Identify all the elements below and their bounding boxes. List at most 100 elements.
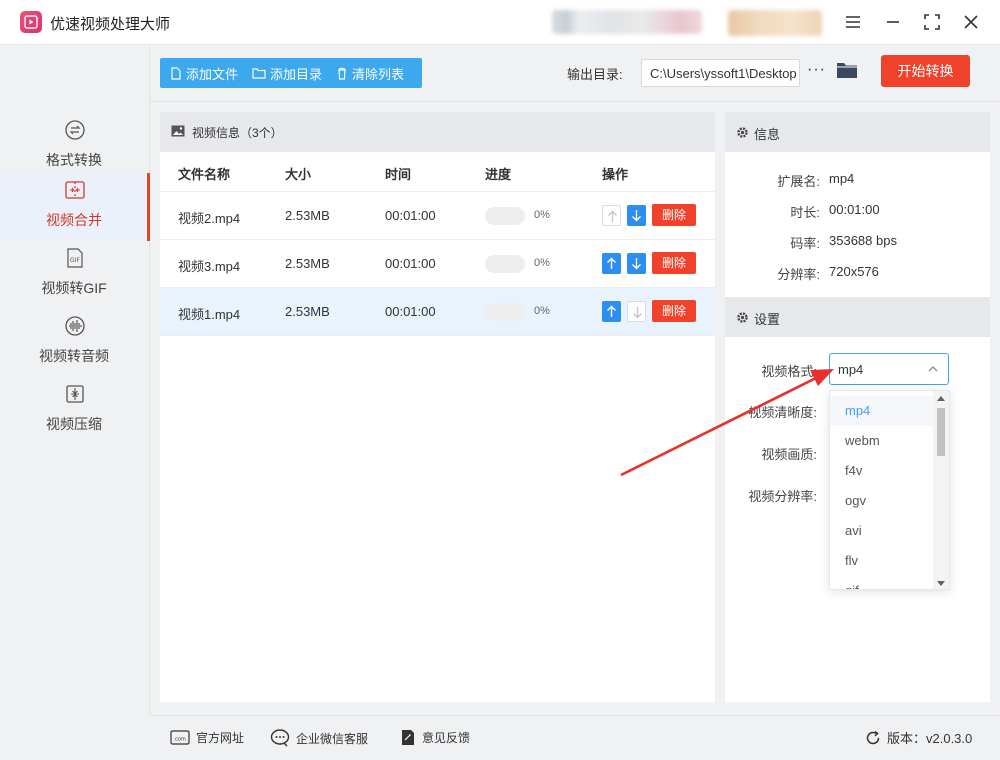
chevron-up-icon [928,366,938,372]
dropdown-option-avi[interactable]: avi [830,516,934,546]
sidebar: 格式转换 视频合并 GIF 视频转GIF 视频转音频 视频压缩 [0,45,150,715]
file-list-header: 视频信息（3个） [160,112,715,152]
add-file-label: 添加文件 [186,66,239,82]
sidebar-item-format-convert[interactable]: 格式转换 [0,113,150,181]
delete-button[interactable]: 删除 [652,204,696,226]
dropdown-option-flv[interactable]: flv [830,546,934,576]
version-info[interactable]: 版本：v2.0.3.0 [865,728,972,747]
arrow-down-icon [632,258,641,270]
progress-bar [485,255,525,273]
wechat-service-link[interactable]: 企业微信客服 [270,729,368,747]
delete-button[interactable]: 删除 [652,252,696,274]
more-options-button[interactable]: ··· [807,61,826,79]
progress-bar [485,303,525,321]
sidebar-item-video-compress[interactable]: 视频压缩 [0,377,150,445]
maximize-icon[interactable] [920,10,944,34]
chat-icon [270,729,290,747]
settings-title: 设置 [754,312,781,327]
scroll-up-icon[interactable] [937,396,945,401]
move-up-button[interactable] [602,301,621,322]
audio-icon [64,315,86,337]
move-up-button[interactable] [602,205,621,226]
file-duration: 00:01:00 [385,304,436,319]
official-website-link[interactable]: .com 官方网址 [170,729,244,746]
open-folder-icon[interactable] [836,61,858,82]
table-row[interactable]: 视频2.mp4 2.53MB 00:01:00 0% 删除 [160,192,715,240]
column-header-size: 大小 [285,167,312,182]
file-name: 视频2.mp4 [178,211,241,226]
table-row[interactable]: 视频3.mp4 2.53MB 00:01:00 0% 删除 [160,240,715,288]
footer-bar: .com 官方网址 企业微信客服 意见反馈 版本：v2.0.3.0 [150,715,1000,760]
move-down-button[interactable] [627,301,646,322]
blurred-user-info [552,10,702,34]
blurred-account-badge [728,10,822,36]
extension-label: 扩展名: [777,174,820,189]
resolution-label: 分辨率: [777,267,820,282]
dropdown-option-f4v[interactable]: f4v [830,456,934,486]
video-clarity-label: 视频清晰度: [748,405,817,420]
feedback-label: 意见反馈 [422,731,471,745]
clear-list-label: 清除列表 [352,66,405,82]
video-quality-label: 视频画质: [761,447,817,462]
table-row[interactable]: 视频1.mp4 2.53MB 00:01:00 0% 删除 [160,288,715,336]
duration-value: 00:01:00 [829,202,880,217]
feedback-icon [402,730,414,745]
sidebar-item-video-merge[interactable]: 视频合并 [0,173,150,241]
start-convert-button[interactable]: 开始转换 [881,55,970,87]
convert-icon [64,119,86,141]
column-header-time: 时间 [385,167,412,182]
svg-text:GIF: GIF [70,257,80,264]
bitrate-value: 353688 bps [829,233,897,248]
video-format-value: mp4 [838,362,864,377]
scrollbar-thumb[interactable] [937,408,945,456]
svg-text:.com: .com [174,736,186,742]
dropdown-option-gif[interactable]: gif [830,576,934,589]
format-dropdown-list: mp4 webm f4v ogv avi flv gif [829,390,950,590]
website-icon: .com [170,729,190,745]
dropdown-option-mp4[interactable]: mp4 [830,396,934,426]
info-title: 信息 [754,127,781,142]
move-down-button[interactable] [627,205,646,226]
output-directory-label: 输出目录: [567,67,623,82]
video-resolution-label: 视频分辨率: [748,489,817,504]
arrow-down-icon [632,210,641,222]
file-name: 视频3.mp4 [178,259,241,274]
file-icon [171,66,181,80]
sidebar-item-label: 视频转音频 [39,348,109,364]
toolbar: 添加文件 添加目录 清除列表 输出目录: C:\Users\yssoft1\De… [150,45,1000,102]
video-format-select[interactable]: mp4 [829,353,949,385]
add-directory-button[interactable]: 添加目录 [252,64,322,83]
arrow-up-icon [608,210,617,222]
image-icon [171,125,185,137]
title-bar: 优速视频处理大师 [0,0,1000,45]
scroll-down-icon[interactable] [937,581,945,586]
sidebar-item-video-to-gif[interactable]: GIF 视频转GIF [0,241,150,309]
move-down-button[interactable] [627,253,646,274]
close-icon[interactable] [959,10,983,34]
progress-bar [485,207,525,225]
app-title: 优速视频处理大师 [50,16,171,33]
feedback-link[interactable]: 意见反馈 [400,729,470,746]
refresh-icon [866,730,880,744]
dropdown-option-ogv[interactable]: ogv [830,486,934,516]
move-up-button[interactable] [602,253,621,274]
delete-button[interactable]: 删除 [652,300,696,322]
minimize-icon[interactable] [881,10,905,34]
clear-list-button[interactable]: 清除列表 [336,64,404,83]
menu-icon[interactable] [841,10,865,34]
dropdown-option-webm[interactable]: webm [830,426,934,456]
sidebar-item-label: 视频压缩 [46,416,102,432]
output-directory-field[interactable]: C:\Users\yssoft1\Desktop [641,59,800,87]
dropdown-scrollbar[interactable] [933,391,949,589]
arrow-down-icon [633,307,642,319]
arrow-up-icon [607,305,616,317]
version-label: 版本：v2.0.3.0 [887,731,973,746]
folder-outline-icon [252,68,266,79]
settings-section-header: 设置 [725,297,990,337]
sidebar-item-video-to-audio[interactable]: 视频转音频 [0,309,150,377]
progress-percent: 0% [534,257,550,269]
app-logo-icon [20,11,42,33]
gear-icon [737,312,748,323]
add-file-button[interactable]: 添加文件 [170,64,238,83]
column-header-progress: 进度 [485,167,512,182]
